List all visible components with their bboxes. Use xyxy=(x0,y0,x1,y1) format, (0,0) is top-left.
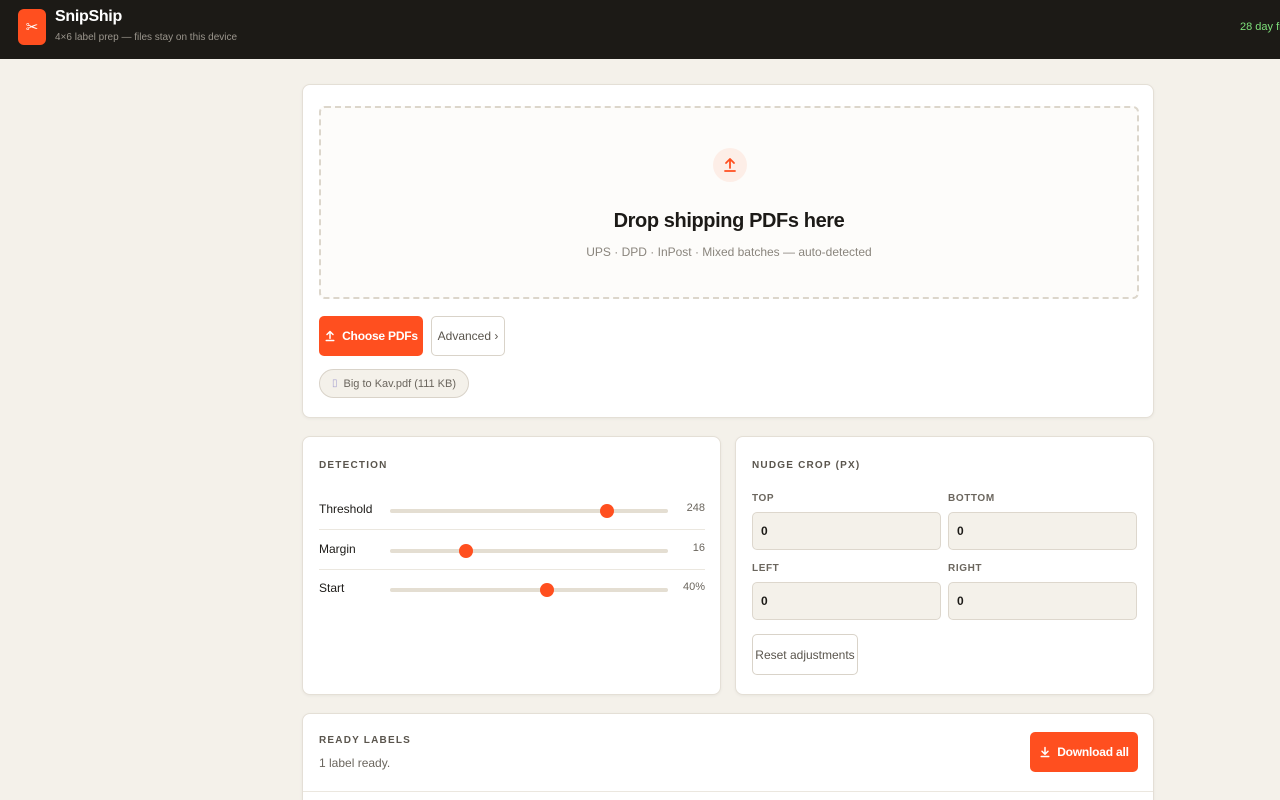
start-thumb[interactable] xyxy=(540,583,555,597)
threshold-label: Threshold xyxy=(319,502,373,516)
start-track[interactable] xyxy=(390,583,668,597)
margin-track[interactable] xyxy=(390,544,668,558)
nudge-heading: NUDGE CROP (PX) xyxy=(752,460,861,471)
upload-icon xyxy=(325,330,335,342)
top-bar: ✂ SnipShip 4×6 label prep — files stay o… xyxy=(0,0,1280,59)
upload-card: Drop shipping PDFs here UPS · DPD · InPo… xyxy=(302,84,1154,418)
threshold-track[interactable] xyxy=(390,504,668,518)
drop-subtitle: UPS · DPD · InPost · Mixed batches — aut… xyxy=(586,245,872,259)
choose-pdfs-button[interactable]: Choose PDFs xyxy=(319,316,423,356)
ready-card: READY LABELS 1 label ready. Download all xyxy=(302,713,1154,800)
right-label: RIGHT xyxy=(948,563,983,574)
file-chip[interactable]: ▯ Big to Kav.pdf (111 KB) xyxy=(319,369,470,398)
app-tagline: 4×6 label prep — files stay on this devi… xyxy=(55,32,238,43)
download-all-button[interactable]: Download all xyxy=(1030,732,1138,772)
download-all-label: Download all xyxy=(1057,745,1129,759)
download-icon xyxy=(1040,746,1050,758)
slider-threshold: Threshold 248 xyxy=(319,490,705,530)
advanced-button[interactable]: Advanced › xyxy=(431,316,505,356)
choose-pdfs-label: Choose PDFs xyxy=(342,329,418,343)
file-icon: ▯ xyxy=(332,378,338,389)
left-label: LEFT xyxy=(752,563,780,574)
threshold-thumb[interactable] xyxy=(599,504,614,518)
slider-start: Start 40% xyxy=(319,569,705,609)
scissors-icon: ✂ xyxy=(18,9,46,45)
bottom-label: BOTTOM xyxy=(948,493,995,504)
file-chip-label: Big to Kav.pdf (111 KB) xyxy=(343,377,457,390)
margin-label: Margin xyxy=(319,542,356,556)
upload-icon xyxy=(713,148,747,182)
trial-badge: 28 day free xyxy=(1240,21,1280,33)
slider-margin: Margin 16 xyxy=(319,530,705,570)
reset-adjustments-button[interactable]: Reset adjustments xyxy=(752,634,858,675)
margin-value: 16 xyxy=(692,542,705,554)
ready-heading: READY LABELS xyxy=(319,735,412,746)
drop-title: Drop shipping PDFs here xyxy=(613,210,845,232)
app-name: SnipShip xyxy=(55,8,122,25)
threshold-value: 248 xyxy=(686,502,705,514)
ready-count: 1 label ready. xyxy=(319,756,391,770)
nudge-card: NUDGE CROP (PX) TOP BOTTOM LEFT RIGHT Re… xyxy=(735,436,1154,695)
top-input[interactable] xyxy=(752,512,941,550)
drop-zone[interactable]: Drop shipping PDFs here UPS · DPD · InPo… xyxy=(319,106,1139,299)
start-value: 40% xyxy=(682,581,705,593)
right-input[interactable] xyxy=(948,582,1137,620)
detection-heading: DETECTION xyxy=(319,460,388,471)
start-label: Start xyxy=(319,581,345,595)
top-label: TOP xyxy=(752,493,775,504)
left-input[interactable] xyxy=(752,582,941,620)
margin-thumb[interactable] xyxy=(459,544,474,558)
divider xyxy=(303,791,1153,792)
bottom-input[interactable] xyxy=(948,512,1137,550)
detection-card: DETECTION Threshold 248 Margin 16 Start … xyxy=(302,436,721,695)
